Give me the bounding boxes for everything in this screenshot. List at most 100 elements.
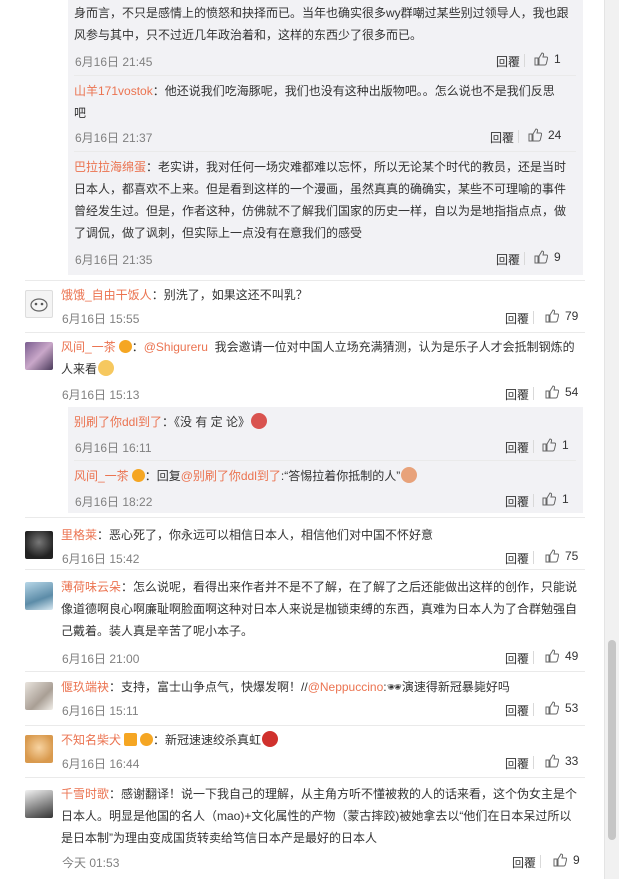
mention-link[interactable]: @Neppuccino xyxy=(308,680,384,694)
comment-username[interactable]: 偃玖端袂 xyxy=(61,680,109,694)
comment-username[interactable]: 风间_一茶 xyxy=(61,340,116,354)
avatar[interactable] xyxy=(25,290,53,318)
comment-item: 不知名柴犬 ：新冠速速绞杀真虹 6月16日 16:44 回覆 33 xyxy=(0,726,605,776)
vip-badge-icon xyxy=(131,469,145,482)
thumbs-up-icon xyxy=(545,385,560,399)
thumbs-up-icon xyxy=(545,309,560,323)
reply-username[interactable]: 巴拉拉海绵蛋 xyxy=(74,160,146,174)
comment-time: 今天 01:53 xyxy=(62,856,120,870)
comment-text: 里格莱：恶心死了，你永远可以相信日本人，相信他们对中国不怀好意 xyxy=(61,528,434,542)
thumbs-up-icon xyxy=(545,701,560,715)
reply-time: 6月16日 21:45 xyxy=(75,55,153,69)
like-count: 33 xyxy=(565,754,579,768)
like-count: 24 xyxy=(548,128,562,142)
comment-text: 偃玖端袂：支持，富士山争点气，快爆发啊！//@Neppuccino:🕶演速得新冠… xyxy=(61,680,510,694)
comment-item: 偃玖端袂：支持，富士山争点气，快爆发啊！//@Neppuccino:🕶演速得新冠… xyxy=(0,672,605,724)
reply-button[interactable]: 回覆 xyxy=(505,550,529,567)
scrollbar-thumb[interactable] xyxy=(608,640,616,840)
mention-link[interactable]: @别刷了你ddl到了 xyxy=(181,469,281,483)
avatar[interactable] xyxy=(25,582,53,610)
like-button[interactable]: 53 xyxy=(545,701,578,715)
like-button[interactable]: 1 xyxy=(542,438,569,452)
comment-username[interactable]: 里格莱 xyxy=(61,528,97,542)
avatar[interactable] xyxy=(25,342,53,370)
vip-badge-icon xyxy=(118,340,132,353)
comment-text: 薄荷味云朵：怎么说呢，看得出来作者并不是不了解，在了解了之后还能做出这样的创作，… xyxy=(61,580,578,638)
comment-username[interactable]: 薄荷味云朵 xyxy=(61,580,121,594)
mention-link[interactable]: @Shigureru xyxy=(144,340,208,354)
reply-button[interactable]: 回覆 xyxy=(505,439,529,456)
emoji-icon xyxy=(401,467,418,483)
avatar[interactable] xyxy=(25,531,53,559)
scrollbar[interactable] xyxy=(604,0,619,879)
like-count: 9 xyxy=(573,853,580,867)
thumbs-up-icon xyxy=(545,754,560,768)
reply-button[interactable]: 回覆 xyxy=(505,702,529,719)
like-button[interactable]: 9 xyxy=(553,853,580,867)
thumbs-up-icon xyxy=(545,549,560,563)
reply-button[interactable]: 回覆 xyxy=(505,386,529,403)
like-button[interactable]: 79 xyxy=(545,309,578,323)
reply-button[interactable]: 回覆 xyxy=(505,755,529,772)
reply-time: 6月16日 18:22 xyxy=(75,495,153,509)
like-count: 49 xyxy=(565,649,579,663)
reply-button[interactable]: 回覆 xyxy=(496,251,520,268)
reply-button[interactable]: 回覆 xyxy=(512,854,536,871)
comment-username[interactable]: 千雪时歌 xyxy=(61,787,109,801)
comment-item: 风间_一茶 ：@Shigureru 我会邀请一位对中国人立场充满猜测，认为是乐子人… xyxy=(0,333,605,513)
like-count: 1 xyxy=(554,52,561,66)
comment-text: 不知名柴犬 ：新冠速速绞杀真虹 xyxy=(61,729,586,751)
reply-time: 6月16日 21:35 xyxy=(75,253,153,267)
avatar[interactable] xyxy=(25,735,53,763)
reply-button[interactable]: 回覆 xyxy=(505,310,529,327)
reply-button[interactable]: 回覆 xyxy=(490,129,514,146)
thumbs-up-icon xyxy=(542,492,557,506)
thumbs-up-icon xyxy=(545,649,560,663)
like-button[interactable]: 75 xyxy=(545,549,578,563)
reply-button[interactable]: 回覆 xyxy=(505,650,529,667)
comment-time: 6月16日 15:42 xyxy=(62,552,140,566)
reply-time: 6月16日 21:37 xyxy=(75,131,153,145)
reply-button[interactable]: 回覆 xyxy=(505,493,529,510)
like-button[interactable]: 1 xyxy=(534,52,561,66)
like-count: 75 xyxy=(565,549,579,563)
reply-text: 山羊171vostok：他还说我们吃海豚呢，我们也没有这种出版物吧。。怎么说也不… xyxy=(74,84,555,120)
thumbs-up-icon xyxy=(528,128,543,142)
comment-time: 6月16日 16:44 xyxy=(62,757,140,771)
like-button[interactable]: 54 xyxy=(545,385,578,399)
reply-text: 风间_一茶 ：回复@别刷了你ddl到了:“答惕拉着你抵制的人” xyxy=(74,465,576,487)
verified-v-icon xyxy=(124,733,138,746)
like-count: 1 xyxy=(562,438,569,452)
like-button[interactable]: 1 xyxy=(542,492,569,506)
reply-thread: 别刷了你ddl到了：《没 有 定 论》 6月16日 16:11 回覆 1 风间_… xyxy=(68,407,583,513)
comment-list: 身而言，不只是感情上的愤怒和抉择而已。当年也确实很多wy群嘲过某些别过领导人，我… xyxy=(0,0,605,879)
comment-item: 薄荷味云朵：怎么说呢，看得出来作者并不是不了解，在了解了之后还能做出这样的创作，… xyxy=(0,570,605,670)
comment-username[interactable]: 饿饿_自由干饭人 xyxy=(61,288,152,302)
comment-time: 6月16日 15:11 xyxy=(62,704,139,718)
comment-username[interactable]: 不知名柴犬 xyxy=(61,733,121,747)
reply-button[interactable]: 回覆 xyxy=(496,53,520,70)
comment-text: 千雪时歌：感谢翻译！说一下我自己的理解，从主角方听不懂被救的人的话来看，这个伪女… xyxy=(61,787,578,845)
hand-emoji-icon xyxy=(98,360,115,376)
thumbs-up-icon xyxy=(534,250,549,264)
like-count: 9 xyxy=(554,250,561,264)
like-button[interactable]: 33 xyxy=(545,754,578,768)
like-button[interactable]: 24 xyxy=(528,128,561,142)
comment-item: 千雪时歌：感谢翻译！说一下我自己的理解，从主角方听不懂被救的人的话来看，这个伪女… xyxy=(0,778,605,878)
rose-emoji-icon xyxy=(262,731,279,747)
like-button[interactable]: 49 xyxy=(545,649,578,663)
thumbs-up-icon xyxy=(542,438,557,452)
comment-time: 6月16日 15:13 xyxy=(62,388,140,402)
like-button[interactable]: 9 xyxy=(534,250,561,264)
reply-username[interactable]: 别刷了你ddl到了 xyxy=(74,415,162,429)
comment-text: 饿饿_自由干饭人：别洗了，如果这还不叫乳？ xyxy=(61,288,308,302)
reply-thread: 身而言，不只是感情上的愤怒和抉择而已。当年也确实很多wy群嘲过某些别过领导人，我… xyxy=(68,0,583,275)
like-count: 1 xyxy=(562,492,569,506)
reply-username[interactable]: 山羊171vostok xyxy=(74,84,153,98)
comment-item: 里格莱：恶心死了，你永远可以相信日本人，相信他们对中国不怀好意 6月16日 15… xyxy=(0,518,605,568)
comment-text: 风间_一茶 ：@Shigureru 我会邀请一位对中国人立场充满猜测，认为是乐子人… xyxy=(61,340,575,376)
avatar[interactable] xyxy=(25,790,53,818)
avatar[interactable] xyxy=(25,682,53,710)
like-count: 79 xyxy=(565,309,579,323)
reply-username[interactable]: 风间_一茶 xyxy=(74,469,129,483)
